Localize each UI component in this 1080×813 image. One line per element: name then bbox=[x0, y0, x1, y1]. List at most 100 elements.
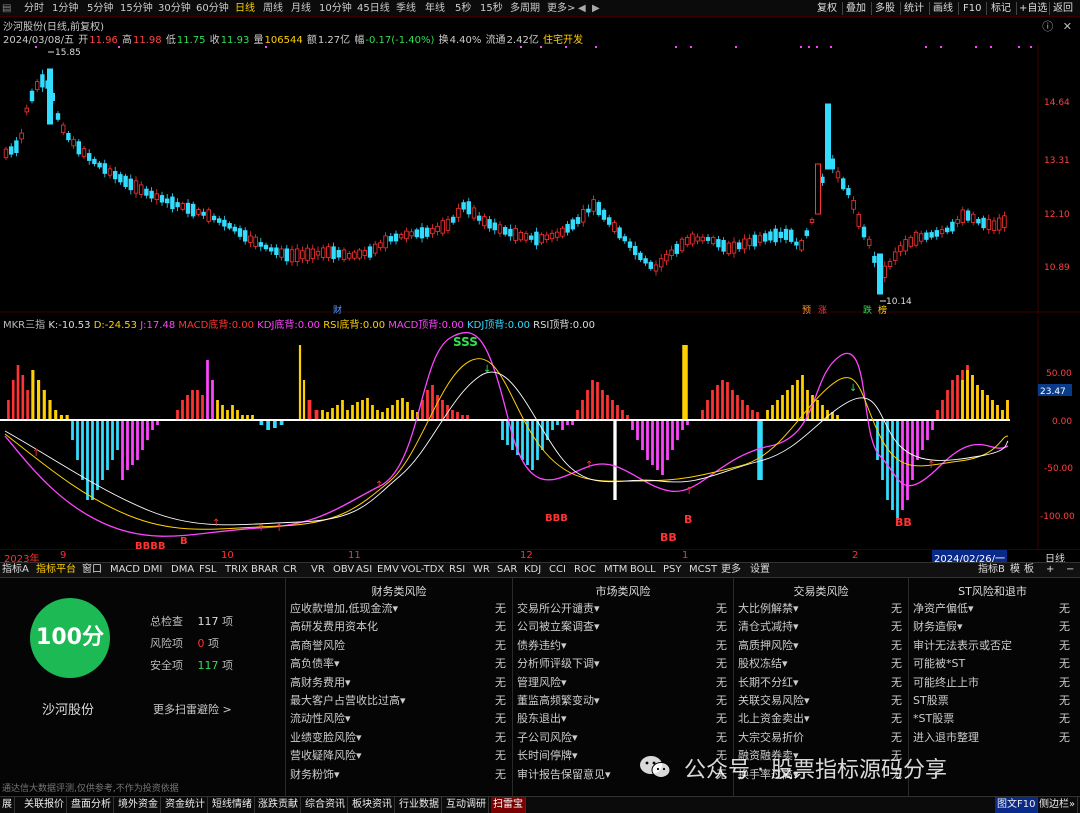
tab-16[interactable]: WR bbox=[473, 563, 490, 577]
f10-button[interactable]: F10 bbox=[963, 0, 981, 17]
event-marker-rank[interactable]: 榜 bbox=[878, 304, 887, 314]
risk-item[interactable]: ST股票 无 bbox=[913, 692, 1070, 710]
tab-right-0[interactable]: 指标B bbox=[978, 563, 1005, 577]
bottom-tab-9[interactable]: 行业数据 bbox=[397, 797, 442, 813]
tf-1min[interactable]: 1分钟 bbox=[52, 0, 78, 17]
risk-item[interactable]: 大比例解禁▾ 无 bbox=[738, 600, 902, 618]
tf-monthly[interactable]: 月线 bbox=[291, 0, 311, 17]
tab-2[interactable]: 窗口 bbox=[82, 563, 102, 577]
risk-item[interactable]: 流动性风险▾ 无 bbox=[290, 710, 506, 728]
risk-item[interactable]: 财务粉饰▾ 无 bbox=[290, 766, 506, 784]
risk-item[interactable]: 大宗交易折价 无 bbox=[738, 729, 902, 747]
risk-item[interactable]: 高负债率▾ 无 bbox=[290, 655, 506, 673]
risk-item[interactable]: 进入退市整理 无 bbox=[913, 729, 1070, 747]
mark-button[interactable]: 标记 bbox=[991, 0, 1011, 17]
bottom-tab-11[interactable]: 扫雷宝 bbox=[491, 797, 526, 813]
risk-item[interactable]: *ST股票 无 bbox=[913, 710, 1070, 728]
tf-daily[interactable]: 日线 bbox=[235, 0, 255, 17]
tab-10[interactable]: VR bbox=[311, 563, 325, 577]
tab-26[interactable]: 设置 bbox=[750, 563, 770, 577]
risk-item[interactable]: 子公司风险▾ 无 bbox=[517, 729, 727, 747]
add-tab-icon[interactable]: + bbox=[1046, 563, 1054, 577]
tab-1[interactable]: 指标平台 bbox=[36, 563, 76, 577]
info-icon[interactable]: ⓘ bbox=[1042, 20, 1053, 33]
tab-14[interactable]: VOL-TDX bbox=[401, 563, 444, 577]
tab-17[interactable]: SAR bbox=[497, 563, 517, 577]
bottom-tab-5[interactable]: 短线情绪 bbox=[210, 797, 255, 813]
risk-item[interactable]: 长期不分红▾ 无 bbox=[738, 674, 902, 692]
tab-6[interactable]: FSL bbox=[199, 563, 217, 577]
tab-24[interactable]: MCST bbox=[689, 563, 717, 577]
tf-45day[interactable]: 45日线 bbox=[357, 0, 390, 17]
risk-item[interactable]: 高财务费用▾ 无 bbox=[290, 674, 506, 692]
risk-item[interactable]: 高研发费用资本化 无 bbox=[290, 618, 506, 636]
tf-weekly[interactable]: 周线 bbox=[263, 0, 283, 17]
tab-25[interactable]: 更多 bbox=[721, 563, 741, 577]
back-button[interactable]: 返回 bbox=[1053, 0, 1073, 17]
bottom-tab-10[interactable]: 互动调研 bbox=[444, 797, 489, 813]
tf-15min[interactable]: 15分钟 bbox=[120, 0, 153, 17]
tab-19[interactable]: CCI bbox=[549, 563, 566, 577]
arrow-right-icon[interactable]: ▶ bbox=[592, 0, 600, 17]
f10-graphic-button[interactable]: 图文F10 bbox=[995, 797, 1039, 813]
risk-item[interactable]: 最大客户占营收比过高▾ 无 bbox=[290, 692, 506, 710]
tab-0[interactable]: 指标A bbox=[2, 563, 29, 577]
risk-item[interactable]: 业绩变脸风险▾ 无 bbox=[290, 729, 506, 747]
tab-8[interactable]: BRAR bbox=[251, 563, 278, 577]
tf-5min[interactable]: 5分钟 bbox=[87, 0, 113, 17]
risk-item[interactable]: 应收款增加,低现金流▾ 无 bbox=[290, 600, 506, 618]
risk-item[interactable]: 债券违约▾ 无 bbox=[517, 637, 727, 655]
risk-item[interactable]: 管理风险▾ 无 bbox=[517, 674, 727, 692]
bottom-tab-2[interactable]: 盘面分析 bbox=[69, 797, 114, 813]
statistics-button[interactable]: 统计 bbox=[904, 0, 924, 17]
risk-item[interactable]: 交易所公开谴责▾ 无 bbox=[517, 600, 727, 618]
risk-item[interactable]: 北上资金卖出▾ 无 bbox=[738, 710, 902, 728]
sidebar-toggle-button[interactable]: 侧边栏» bbox=[1037, 797, 1079, 813]
bottom-tab-3[interactable]: 境外资金 bbox=[116, 797, 161, 813]
tf-5sec[interactable]: 5秒 bbox=[455, 0, 471, 17]
risk-item[interactable]: 高质押风险▾ 无 bbox=[738, 637, 902, 655]
tab-23[interactable]: PSY bbox=[663, 563, 682, 577]
bottom-tab-0[interactable]: 展 bbox=[0, 797, 15, 813]
tf-30min[interactable]: 30分钟 bbox=[158, 0, 191, 17]
tab-7[interactable]: TRIX bbox=[225, 563, 248, 577]
tab-right-2[interactable]: 板 bbox=[1024, 563, 1034, 577]
risk-item[interactable]: 分析师评级下调▾ 无 bbox=[517, 655, 727, 673]
tab-4[interactable]: DMI bbox=[143, 563, 162, 577]
risk-item[interactable]: 董监高频繁变动▾ 无 bbox=[517, 692, 727, 710]
arrow-left-icon[interactable]: ◀ bbox=[578, 0, 586, 17]
tab-15[interactable]: RSI bbox=[449, 563, 465, 577]
draw-line-button[interactable]: 画线 bbox=[933, 0, 953, 17]
risk-item[interactable]: 公司被立案调查▾ 无 bbox=[517, 618, 727, 636]
kline-chart[interactable]: 14.64 13.31 12.10 10.89 15.85 10.14 财 预 … bbox=[0, 44, 1080, 314]
tf-15sec[interactable]: 15秒 bbox=[480, 0, 503, 17]
bottom-tab-7[interactable]: 综合资讯 bbox=[303, 797, 348, 813]
event-marker-fall[interactable]: 跌 bbox=[863, 305, 872, 314]
more-scan-link[interactable]: 更多扫雷避险 > bbox=[153, 701, 232, 717]
event-marker-forecast[interactable]: 预 bbox=[802, 305, 811, 314]
tab-12[interactable]: ASI bbox=[356, 563, 372, 577]
add-favorite-button[interactable]: +自选 bbox=[1019, 0, 1047, 17]
multi-stock-button[interactable]: 多股 bbox=[875, 0, 895, 17]
menu-icon[interactable]: ▤ bbox=[2, 0, 11, 17]
bottom-tab-8[interactable]: 板块资讯 bbox=[350, 797, 395, 813]
overlay-button[interactable]: 叠加 bbox=[846, 0, 866, 17]
risk-item[interactable]: 可能终止上市 无 bbox=[913, 674, 1070, 692]
tf-quarterly[interactable]: 季线 bbox=[396, 0, 416, 17]
risk-item[interactable]: 净资产偏低▾ 无 bbox=[913, 600, 1070, 618]
tab-20[interactable]: ROC bbox=[574, 563, 596, 577]
bottom-tab-6[interactable]: 涨跌贡献 bbox=[256, 797, 301, 813]
event-marker-finance[interactable]: 财 bbox=[333, 304, 342, 314]
tab-right-1[interactable]: 模 bbox=[1010, 563, 1020, 577]
restore-rights-button[interactable]: 复权 bbox=[817, 0, 837, 17]
tab-13[interactable]: EMV bbox=[377, 563, 399, 577]
bottom-tab-1[interactable]: 关联报价 bbox=[22, 797, 67, 813]
tab-22[interactable]: BOLL bbox=[630, 563, 656, 577]
tab-5[interactable]: DMA bbox=[171, 563, 194, 577]
risk-item[interactable]: 营收疑降风险▾ 无 bbox=[290, 747, 506, 765]
tab-11[interactable]: OBV bbox=[333, 563, 354, 577]
indicator-chart[interactable]: ↑ ↑ ↑ ↑ ↑ ↑ ↑ ↑ ↓ ↓ 50.00 0.00 -50.00 -100.00 23.… bbox=[0, 316, 1080, 550]
tf-multi-period[interactable]: 多周期 bbox=[510, 0, 540, 17]
tf-minute-chart[interactable]: 分时 bbox=[24, 0, 44, 17]
risk-item[interactable]: 审计无法表示或否定 无 bbox=[913, 637, 1070, 655]
